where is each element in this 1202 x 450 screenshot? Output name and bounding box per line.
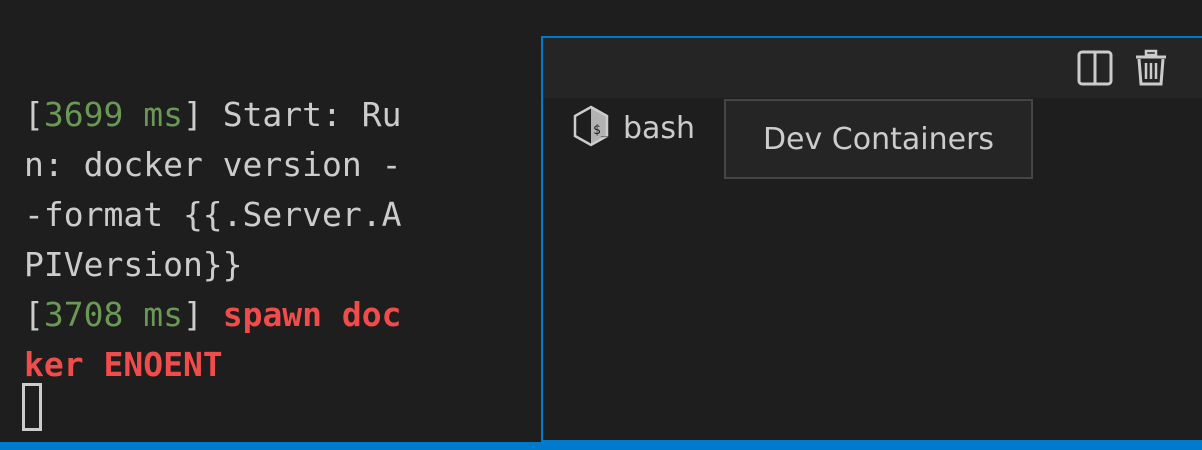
- terminal-output[interactable]: [3699 ms] Start: Ru n: docker version - …: [0, 40, 540, 442]
- space-text: [203, 295, 223, 334]
- panel-tab-strip: ▔▔▔▔▔▔▔▔ ▔▔▔▔▔▔ ▔▔▔▔▔▔▔▔ ▔ ▔: [0, 0, 1202, 6]
- bracket-text: [: [24, 95, 44, 134]
- timestamp-text: 3699 ms: [43, 95, 183, 134]
- error-text: ker ENOENT: [24, 345, 223, 384]
- terminal-tabs-toolbar: [543, 38, 1202, 98]
- terminal-line: ker ENOENT: [24, 340, 223, 390]
- terminal-tab-bash[interactable]: $_ bash: [571, 104, 695, 152]
- bracket-text: [: [24, 295, 44, 334]
- panel-tab-fragment: ▔: [1140, 0, 1155, 6]
- timestamp-text: 3708 ms: [43, 295, 183, 334]
- terminal-line: PIVersion}}: [24, 245, 243, 284]
- terminal-line: [3708 ms] spawn doc: [24, 290, 402, 340]
- status-bar: [0, 442, 1202, 450]
- log-text: Start: Ru: [202, 95, 402, 134]
- bracket-text: ]: [182, 95, 203, 134]
- terminal-bash-icon: $_: [571, 104, 611, 152]
- error-text: spawn doc: [222, 295, 402, 334]
- trash-icon[interactable]: [1131, 48, 1171, 88]
- bracket-text: ]: [182, 295, 203, 334]
- terminal-tabs-panel: $_ bash: [541, 36, 1202, 442]
- svg-text:$_: $_: [593, 123, 609, 138]
- tooltip-text: Dev Containers: [762, 121, 995, 157]
- split-terminal-icon[interactable]: [1075, 48, 1115, 88]
- panel-tab-fragment: ▔▔▔▔▔▔▔▔: [470, 0, 589, 6]
- panel-tab-fragment: ▔▔▔▔▔▔: [300, 0, 389, 6]
- panel-tab-fragment: ▔: [948, 0, 963, 6]
- terminal-line: n: docker version -: [24, 145, 402, 184]
- terminal-line: [3699 ms] Start: Ru: [24, 90, 402, 140]
- terminal-line: -format {{.Server.A: [24, 195, 402, 234]
- panel-tab-fragment: ▔▔▔▔▔▔▔▔: [30, 0, 149, 6]
- terminal-cursor: [22, 383, 42, 431]
- tab-label: bash: [623, 110, 696, 146]
- tooltip: Dev Containers: [724, 99, 1033, 179]
